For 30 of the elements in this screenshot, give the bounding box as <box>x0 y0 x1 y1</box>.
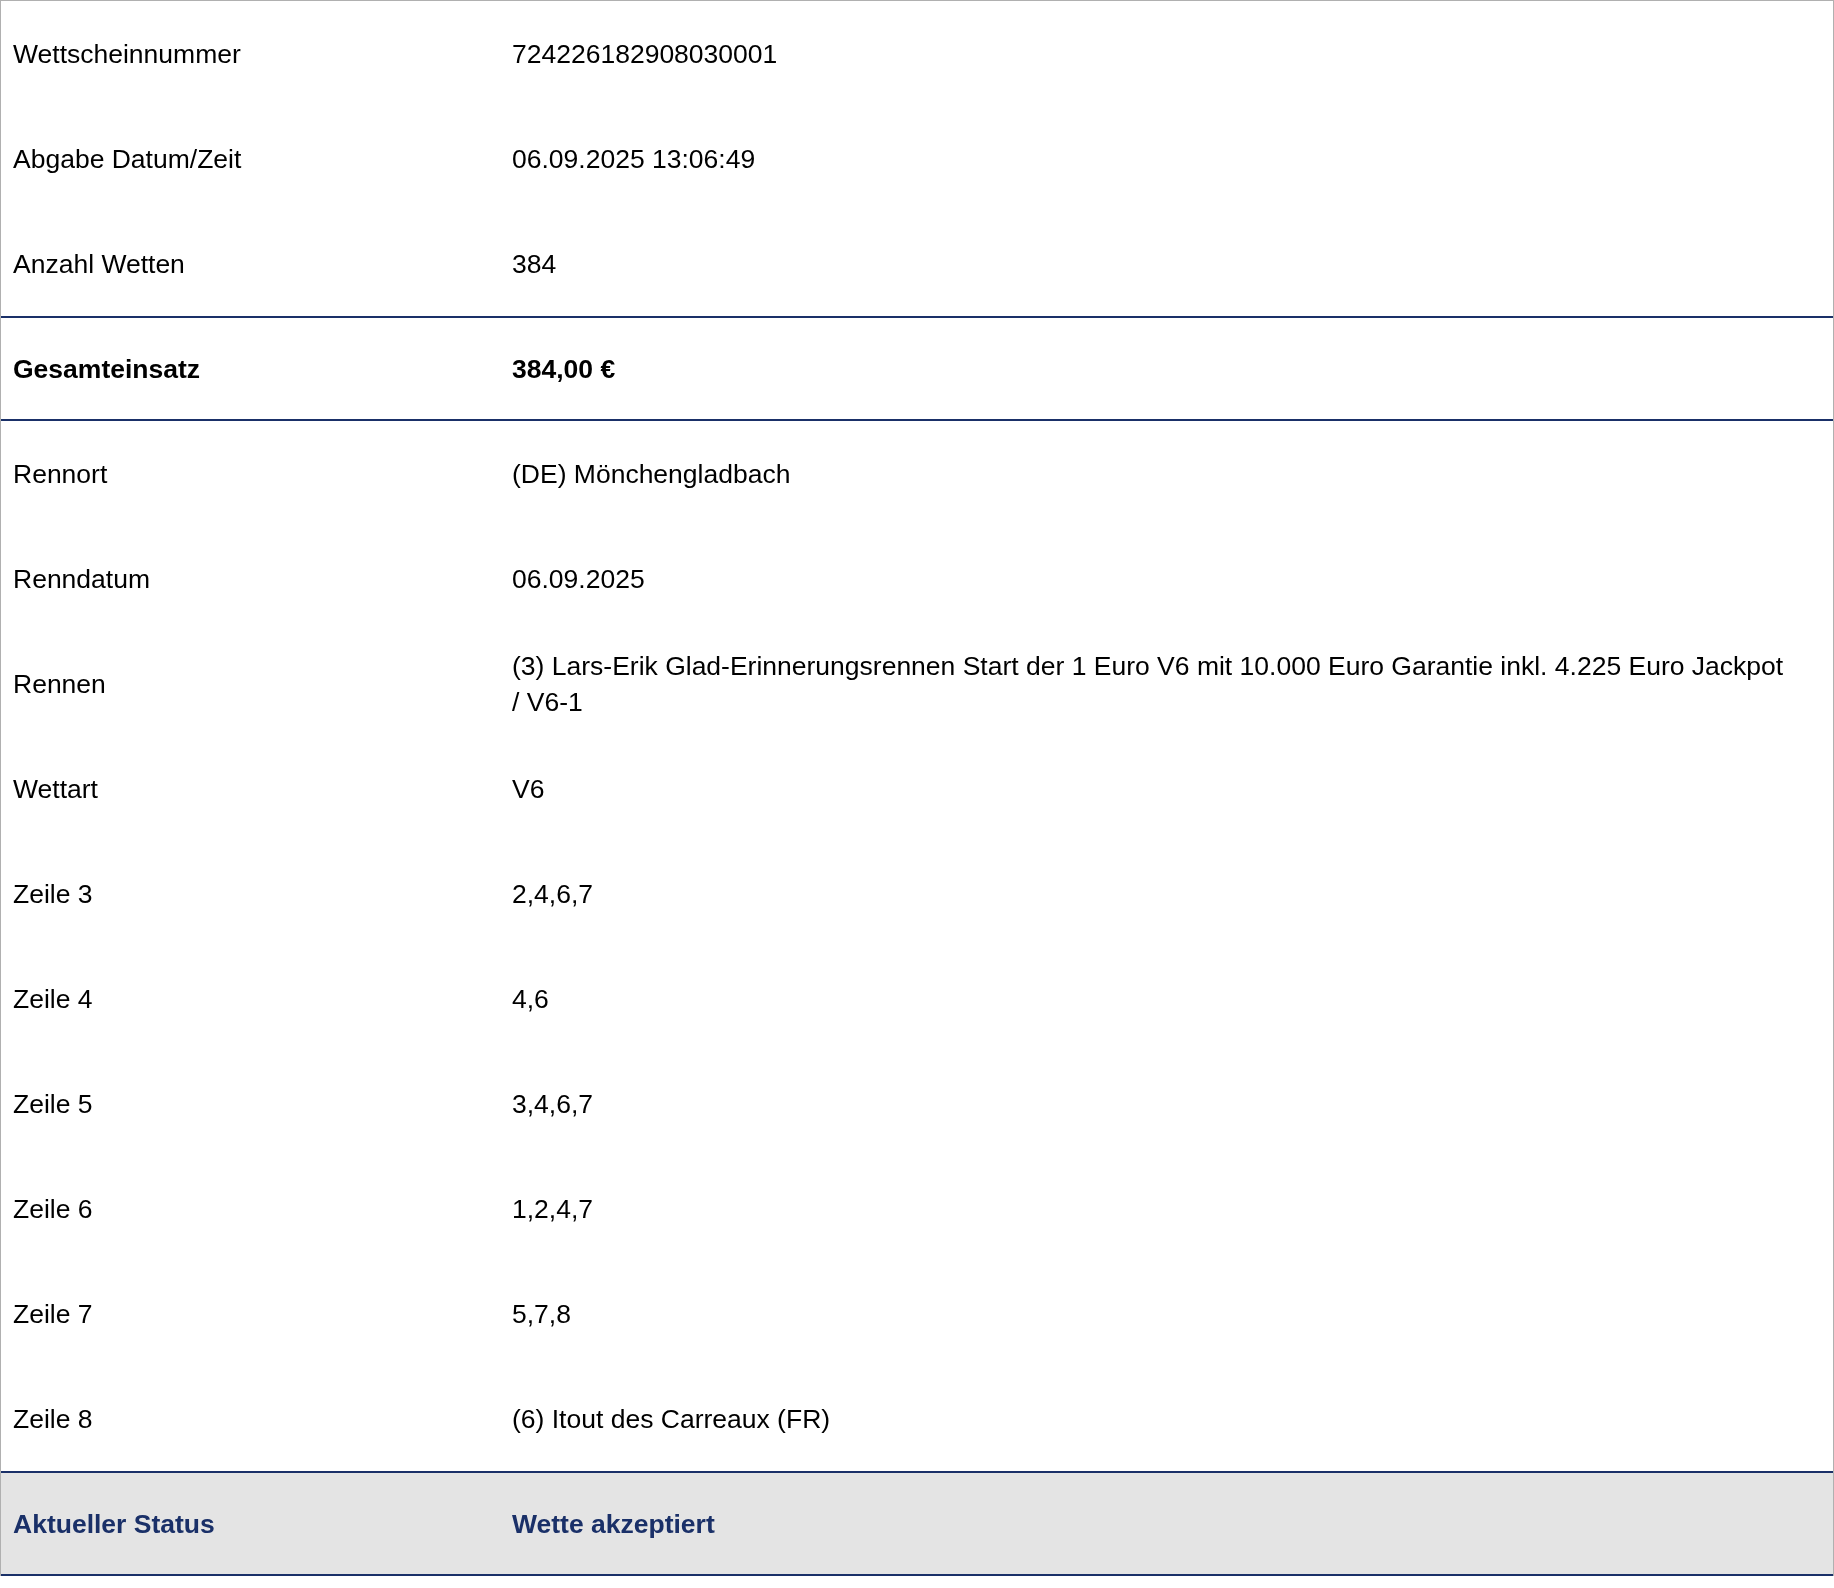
row-label: Zeile 3 <box>13 877 94 911</box>
row-label: Zeile 8 <box>13 1402 94 1436</box>
row-value: (DE) Mönchengladbach <box>512 457 792 491</box>
row-label: Zeile 5 <box>13 1087 94 1121</box>
row-value: (6) Itout des Carreaux (FR) <box>512 1402 832 1436</box>
row-label: Zeile 4 <box>13 982 94 1016</box>
row-value: V6 <box>512 772 546 806</box>
row-value: 2,4,6,7 <box>512 877 595 911</box>
row-value: (3) Lars-Erik Glad-Erinnerungsrennen Start der 1 Euro V6 mit 10.000 Euro Garantie inkl. 4.225 Euro Jackpot / V6-1 <box>512 649 1785 719</box>
row-label: Rennort <box>13 457 109 491</box>
row-value: 06.09.2025 13:06:49 <box>512 142 757 176</box>
row-value: 1,2,4,7 <box>512 1192 595 1226</box>
row-value: 3,4,6,7 <box>512 1087 595 1121</box>
row-label: Wettscheinnummer <box>13 37 242 71</box>
row-label: Gesamteinsatz <box>13 352 202 386</box>
row-value: 384 <box>512 247 558 281</box>
row-label: Renndatum <box>13 562 151 596</box>
row-value: 5,7,8 <box>512 1297 572 1331</box>
row-label: Abgabe Datum/Zeit <box>13 142 243 176</box>
row-value: 724226182908030001 <box>512 37 779 71</box>
row-label: Zeile 7 <box>13 1297 94 1331</box>
row-value: Wette akzeptiert <box>512 1507 716 1541</box>
row-value: 384,00 € <box>512 352 617 386</box>
row-value: 06.09.2025 <box>512 562 646 596</box>
row-label: Aktueller Status <box>13 1507 216 1541</box>
row-label: Zeile 6 <box>13 1192 94 1226</box>
row-label: Rennen <box>13 667 107 701</box>
row-value: 4,6 <box>512 982 550 1016</box>
row-label: Wettart <box>13 772 99 806</box>
row-label: Anzahl Wetten <box>13 247 186 281</box>
